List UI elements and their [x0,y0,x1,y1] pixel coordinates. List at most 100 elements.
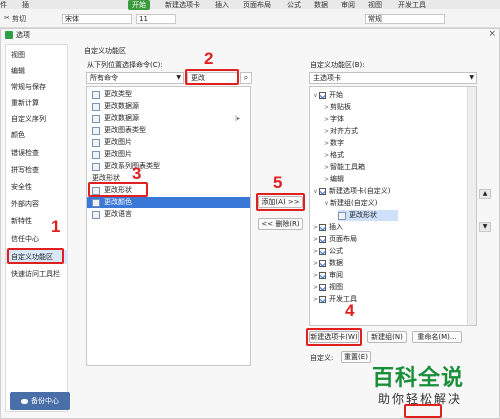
list-item[interactable]: 更改图表类型 [87,125,250,136]
highlight-box-2 [185,69,239,85]
rename-button[interactable]: 重命名(M)... [412,331,462,343]
backup-center-button[interactable]: 备份中心 [10,392,70,410]
tree-node[interactable]: > 数字 [323,138,344,149]
checkbox-checked[interactable] [319,284,326,291]
nav-item-recalc[interactable]: 重新计算 [6,96,68,110]
chevron-right-icon[interactable]: > [323,162,330,173]
reset-button[interactable]: 重置(E) [341,351,371,363]
chevron-right-icon[interactable]: > [312,234,319,245]
checkbox-checked[interactable] [319,260,326,267]
chevron-right-icon[interactable]: > [312,270,319,281]
chevron-right-icon[interactable]: > [323,126,330,137]
chevron-right-icon[interactable]: > [323,174,330,185]
ribbon-tab-home[interactable]: 开始 [128,0,150,10]
ribbon-tab-new[interactable]: 新建选项卡 [165,0,200,10]
list-item[interactable]: 更改数据源 |▸ [87,113,250,124]
highlight-box-1 [7,248,64,264]
chevron-right-icon[interactable]: > [323,102,330,113]
wps-app-icon [5,31,13,39]
font-size-combo[interactable]: 11 [136,14,176,24]
ribbon-tab-formula[interactable]: 公式 [287,0,301,10]
chevron-right-icon[interactable]: > [323,150,330,161]
tree-node-new-group[interactable]: ∨ 新建组(自定义) [323,198,377,209]
number-format-combo[interactable]: 常规 [365,14,445,24]
ribbon-tab-fragment[interactable]: 件 [0,0,7,10]
ribbon-scope-dropdown[interactable]: 主选项卡 ▼ [309,72,477,84]
checkbox-checked[interactable] [319,296,326,303]
nav-item-custom-lists[interactable]: 自定义序列 [6,112,68,126]
checkbox-checked[interactable] [319,224,326,231]
checkbox-checked[interactable] [319,92,326,99]
ribbon: 件 插 开始 新建选项卡 插入 页面布局 公式 数据 审阅 视图 开发工具 ✂ … [0,0,500,28]
move-up-icon[interactable]: ▲ [479,189,491,199]
nav-item-edit[interactable]: 编辑 [6,64,68,78]
checkbox-checked[interactable] [319,236,326,243]
ribbon-tab-developer[interactable]: 开发工具 [398,0,426,10]
tree-node[interactable]: > 智能工具箱 [323,162,365,173]
font-name-combo[interactable]: 宋体 [62,14,132,24]
ribbon-tab-view[interactable]: 视图 [368,0,382,10]
tree-scrollbar[interactable] [467,87,476,325]
list-item[interactable]: 更改图片 [87,149,250,160]
new-group-button[interactable]: 新建组(N) [367,331,407,343]
tree-node-review[interactable]: > 审阅 [312,270,343,281]
chevron-right-icon[interactable]: > [312,246,319,257]
tree-node[interactable]: > 格式 [323,150,344,161]
tree-node-insert[interactable]: > 插入 [312,222,343,233]
checkbox-checked[interactable] [319,272,326,279]
move-down-icon[interactable]: ▼ [479,222,491,232]
chevron-right-icon[interactable]: > [323,114,330,125]
nav-item-view[interactable]: 视图 [6,48,68,62]
chevron-down-icon[interactable]: ∨ [312,90,319,101]
chevron-right-icon[interactable]: > [312,222,319,233]
ribbon-tab-data[interactable]: 数据 [314,0,328,10]
nav-item-color[interactable]: 颜色 [6,128,68,142]
nav-item-external-content[interactable]: 外部内容 [6,197,68,211]
language-icon [92,210,100,219]
tree-node-data[interactable]: > 数据 [312,258,343,269]
tree-node[interactable]: > 编辑 [323,174,344,185]
ribbon-tab-insert[interactable]: 插入 [215,0,229,10]
nav-item-security[interactable]: 安全性 [6,180,68,194]
image-icon [92,150,100,159]
nav-item-error-check[interactable]: 错误检查 [6,146,68,160]
tree-node-new-tab[interactable]: ∨ 新建选项卡(自定义) [312,186,390,197]
tree-node-formula[interactable]: > 公式 [312,246,343,257]
search-icon[interactable]: ⌕ [240,72,252,84]
chevron-down-icon[interactable]: ∨ [312,186,319,197]
chevron-right-icon[interactable]: > [323,138,330,149]
remove-command-button[interactable]: << 删除(R) [258,218,303,230]
tree-node[interactable]: > 字体 [323,114,344,125]
ribbon-tree: ∨ 开始 > 剪贴板 > 字体 > 对齐方式 > 数字 > 格式 > 智能工具箱 > 编辑 ∨ 新… [309,86,477,326]
tree-node[interactable]: > 剪贴板 [323,102,351,113]
nav-item-quick-access[interactable]: 快速访问工具栏 [6,267,68,281]
section-title: 自定义功能区 [84,47,126,55]
highlight-box-5 [256,193,305,211]
list-item[interactable]: 更改语言 [87,209,250,220]
list-item[interactable]: 更改类型 [87,89,250,100]
tree-node-home[interactable]: ∨ 开始 [312,90,343,101]
list-item[interactable]: 更改图片 [87,137,250,148]
tree-node-selected[interactable]: 更改形状 [338,210,398,221]
ribbon-tab-review[interactable]: 审阅 [341,0,355,10]
checkbox-checked[interactable] [319,188,326,195]
checkbox-checked[interactable] [319,248,326,255]
chevron-right-icon[interactable]: > [312,282,319,293]
ribbon-tab-page-layout[interactable]: 页面布局 [243,0,271,10]
nav-item-general-save[interactable]: 常规与保存 [6,80,68,94]
ribbon-tab-fragment-2[interactable]: 插 [22,0,29,10]
cut-icon[interactable]: ✂ [4,14,10,22]
tree-node-view[interactable]: > 视图 [312,282,343,293]
list-item[interactable]: 更改数据源 [87,101,250,112]
tree-node-page-layout[interactable]: > 页面布局 [312,234,357,245]
list-item[interactable]: 更改系列图表类型 [87,161,250,172]
nav-item-spell-check[interactable]: 拼写检查 [6,163,68,177]
chevron-down-icon[interactable]: ∨ [323,198,330,209]
command-source-dropdown[interactable]: 所有命令 ▼ [86,72,184,84]
close-icon[interactable]: × [488,29,496,39]
list-item-selected[interactable]: 更改颜色 [87,197,250,208]
tree-node[interactable]: > 对齐方式 [323,126,358,137]
chevron-right-icon[interactable]: > [312,258,319,269]
chevron-right-icon[interactable]: > [312,294,319,305]
cut-label[interactable]: 剪切 [12,14,26,24]
